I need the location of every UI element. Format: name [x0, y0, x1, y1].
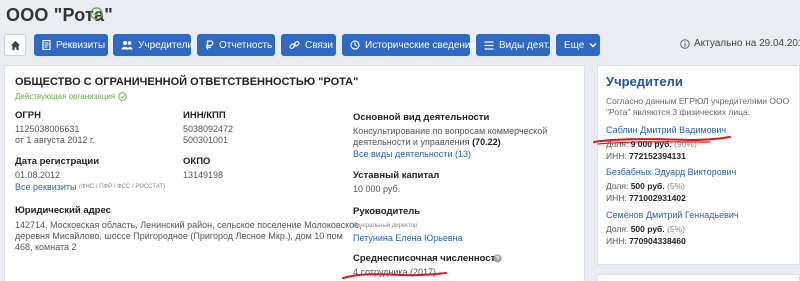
help-icon[interactable]	[493, 254, 502, 263]
company-full-name: ОБЩЕСТВО С ОГРАНИЧЕННОЙ ОТВЕТСТВЕННОСТЬЮ…	[15, 76, 359, 88]
activities-button[interactable]: Виды деят.	[476, 34, 550, 56]
kpp-value: 500301001	[183, 135, 229, 145]
more-button-label: Еще	[564, 39, 585, 51]
inn-value: 770904338460	[629, 236, 686, 246]
inn-label: ИНН:	[606, 151, 627, 161]
ogrn-date: от 1 августа 2012 г.	[15, 135, 95, 145]
all-requisites-link[interactable]: Все реквизиты	[15, 182, 77, 192]
activity-line-2-text: деятельности и управления	[353, 137, 470, 147]
share-value: 9 000 руб.	[630, 139, 672, 149]
document-icon	[42, 40, 51, 50]
company-card: ОБЩЕСТВО С ОГРАНИЧЕННОЙ ОТВЕТСТВЕННОСТЬЮ…	[4, 65, 585, 281]
requisites-button[interactable]: Реквизиты	[34, 34, 108, 56]
founder-inn: ИНН: 771002931402	[606, 193, 686, 203]
capital-value: 10 000 руб.	[353, 184, 401, 194]
okpo-value: 13149198	[183, 170, 224, 180]
share-label: Доля:	[606, 181, 629, 191]
share-label: Доля:	[606, 139, 629, 149]
reg-date-label: Дата регистрации	[15, 156, 100, 167]
history-button-label: Исторические сведения	[365, 39, 476, 51]
inn-value: 771002931402	[629, 193, 686, 203]
home-button[interactable]	[4, 34, 26, 56]
head-label: Руководитель	[353, 206, 421, 217]
staff-label: Среднесписочная численность	[353, 253, 502, 264]
address-line-2: деревня Мисайлово, шоссе Пригородное (Пр…	[15, 231, 343, 241]
chevron-down-icon	[589, 43, 597, 48]
founder-share: Доля: 9 000 руб. (90%)	[606, 139, 697, 149]
founders-card: Учредители Согласно данным ЕГРЮЛ учредит…	[597, 65, 800, 265]
more-button[interactable]: Еще	[556, 34, 600, 56]
reg-date-value: 01.08.2012	[15, 170, 61, 180]
verified-check-icon	[90, 7, 103, 20]
staff-value: 4 сотрудника (2017)	[353, 267, 437, 277]
actual-date: Актуально на 29.04.2019	[680, 38, 800, 49]
share-pct: (5%)	[667, 224, 685, 234]
activity-label: Основной вид деятельности	[353, 112, 490, 123]
founder-share: Доля: 500 руб. (5%)	[606, 181, 685, 191]
ogrn-label: ОГРН	[15, 110, 41, 121]
info-icon	[680, 38, 690, 49]
inn-value: 772152394131	[629, 151, 686, 161]
share-value: 500 руб.	[630, 181, 665, 191]
founder-inn: ИНН: 772152394131	[606, 151, 686, 161]
inn-label: ИНН:	[606, 193, 627, 203]
founders-intro: Согласно данным ЕГРЮЛ учредителями ООО "…	[606, 96, 790, 117]
activity-code: (70.22)	[472, 137, 501, 147]
address-label: Юридический адрес	[15, 205, 111, 216]
share-value: 500 руб.	[630, 224, 665, 234]
share-pct: (90%)	[674, 139, 697, 149]
inn-label: ИНН:	[606, 236, 627, 246]
activities-button-label: Виды деят.	[499, 39, 551, 51]
links-button-label: Связи	[305, 39, 334, 51]
link-icon	[289, 40, 300, 49]
status-badge: Действующая организация	[15, 92, 127, 101]
founder-name-link[interactable]: Семёнов Дмитрий Геннадьевич	[606, 210, 739, 220]
founder-inn: ИНН: 770904338460	[606, 236, 686, 246]
home-icon	[10, 40, 20, 50]
founders-button[interactable]: Учредители	[113, 34, 194, 56]
share-label: Доля:	[606, 224, 629, 234]
users-icon	[121, 41, 133, 50]
head-role: Генеральный директор	[353, 223, 418, 229]
founder-name-link[interactable]: Безбабных Эдуард Викторович	[606, 167, 736, 177]
status-check-icon	[118, 92, 127, 101]
founders-button-label: Учредители	[138, 39, 194, 51]
address-line-1: 142714, Московская область, Ленинский ра…	[15, 220, 362, 230]
all-activities-link[interactable]: Все виды деятельности (13)	[353, 149, 471, 159]
reports-button-label: Отчетность	[219, 39, 273, 51]
history-button[interactable]: Исторические сведения	[342, 34, 476, 56]
inn-value: 5038092472	[183, 124, 234, 134]
founder-share: Доля: 500 руб. (5%)	[606, 224, 685, 234]
share-pct: (5%)	[667, 181, 685, 191]
activity-line-1: Консультирование по вопросам коммерческо…	[353, 126, 548, 136]
reports-button[interactable]: Отчетность	[197, 34, 275, 56]
capital-label: Уставный капитал	[353, 170, 440, 181]
ruble-icon	[206, 40, 214, 50]
history-icon	[350, 40, 360, 50]
requisites-button-label: Реквизиты	[56, 39, 106, 51]
okpo-label: ОКПО	[183, 156, 211, 167]
actual-date-text: Актуально на 29.04.2019	[694, 38, 800, 49]
founders-title: Учредители	[606, 74, 683, 89]
address-line-3: 468, комната 2	[15, 242, 77, 252]
activity-line-2: деятельности и управления (70.22)	[353, 137, 501, 148]
founder-name-link[interactable]: Саблин Дмитрий Вадимович	[606, 125, 726, 135]
status-text: Действующая организация	[15, 92, 116, 101]
page-header: ООО "Рота"	[0, 0, 800, 30]
head-name-link[interactable]: Петунина Елена Юрьевна	[353, 233, 463, 243]
inn-kpp-label: ИНН/КПП	[183, 110, 226, 121]
ogrn-value: 1125038006631	[15, 124, 80, 134]
requisites-sources: (ФНС / ПФР / ФСС / РОССТАТ)	[79, 184, 165, 190]
next-card	[597, 274, 800, 281]
links-button[interactable]: Связи	[281, 34, 336, 56]
list-icon	[484, 40, 494, 50]
